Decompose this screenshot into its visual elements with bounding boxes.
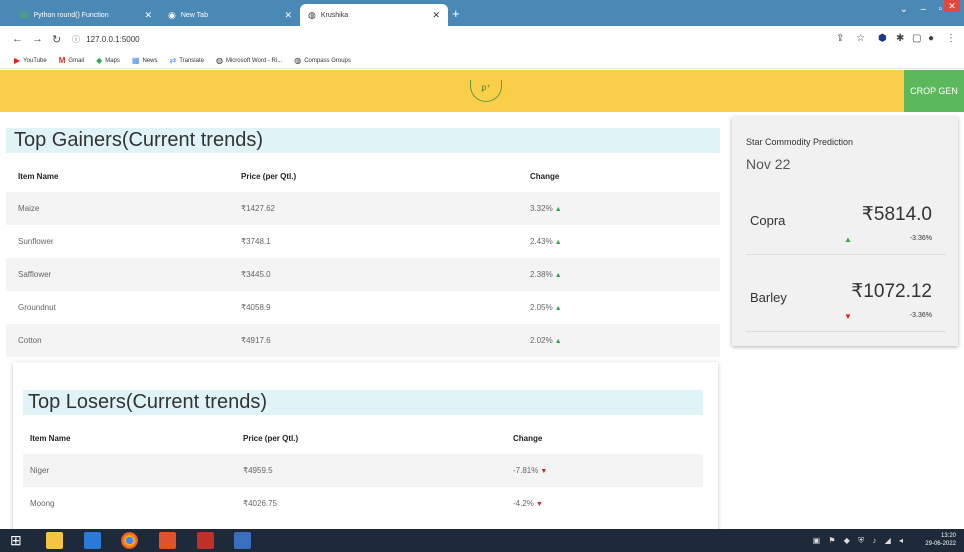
news-icon: ▦ [131,56,140,65]
col-change: Change [530,172,560,181]
extension-icon[interactable]: ⬢ [878,33,887,44]
table-row: Groundnut ₹4058.9 2.05% ▲ [18,303,562,312]
bookmark-news[interactable]: ▦ News [132,56,158,65]
maximize-icon[interactable]: ▫ [938,4,942,15]
arrow-down-icon: ▼ [535,501,543,508]
profile-icon[interactable]: ● [928,33,934,44]
table-row: Sunflower ₹3748.1 2.43% ▲ [18,237,562,246]
gainers-title: Top Gainers(Current trends) [6,128,720,153]
arrow-up-icon: ▲ [554,239,562,246]
vscode-icon[interactable] [84,532,101,549]
browser-tabstrip: W Python round() Function ✕ ◉ New Tab ✕ … [0,0,964,26]
forward-icon[interactable]: → [32,33,43,45]
crop-gen-button[interactable]: CROP GEN [904,70,964,112]
puzzle-icon[interactable]: ✱ [896,33,904,44]
star-item-copra: Copra ₹5814.0 ▲ -3.36% [746,195,946,255]
col-change: Change [513,434,543,443]
star-month: Nov 22 [746,156,791,172]
tab-search-icon[interactable]: ⌄ [900,4,908,15]
system-clock[interactable]: 13:20 29-06-2022 [925,532,956,548]
tab-label: New Tab [180,11,208,19]
arrow-up-icon: ▲ [554,272,562,279]
menu-icon[interactable]: ⋮ [946,33,956,44]
table-row: Niger ₹4959.5 -7.81% ▼ [23,454,703,487]
filezilla-icon[interactable] [197,532,214,549]
arrow-up-icon: ▲ [844,235,852,244]
maps-icon: ◆ [96,56,103,65]
bookmark-compass[interactable]: ◍ Compass Groups [294,56,351,65]
table-row: Maize ₹1427.62 3.32% ▲ [6,192,720,225]
col-item-name: Item Name [18,172,59,181]
top-losers-panel: Top Losers(Current trends) Item Name Pri… [13,362,718,532]
globe-icon: ◍ [294,56,302,65]
tab-new-tab[interactable]: ◉ New Tab ✕ [160,4,300,26]
bookmark-maps[interactable]: ◆ Maps [96,56,120,65]
minimize-icon[interactable]: – [920,4,926,15]
close-icon[interactable]: ✕ [144,10,152,21]
table-row: Moong ₹4026.75 -4.2% ▼ [30,499,543,508]
xampp-icon[interactable] [159,532,176,549]
windows-taskbar: ⊞ ▣ ⚑ ◆ ⛨ ♪ ◢ ◂ 13:20 29-06-2022 [0,529,964,552]
app-icon[interactable] [234,532,251,549]
app-logo[interactable]: ꝑ⁺ [470,80,502,102]
star-title: Star Commodity Prediction [746,137,854,147]
star-commodity-card: Star Commodity Prediction Nov 22 Copra ₹… [732,117,958,346]
window-close-button[interactable]: ✕ [944,0,960,12]
col-price: Price (per Qtl.) [243,434,299,443]
translate-icon: ⇄ [169,56,177,65]
sidepanel-icon[interactable]: ▢ [912,33,921,44]
address-bar: ← → ↻ ⓘ 127.0.0.1:5000 ⇪ ☆ ⬢ ✱ ▢ ● ⋮ [0,26,964,53]
losers-title: Top Losers(Current trends) [23,390,703,415]
bookmark-word[interactable]: ◍ Microsoft Word - Ri... [216,56,282,65]
bookmark-translate[interactable]: ⇄ Translate [169,56,204,65]
tab-label: Krushika [320,11,349,19]
chrome-icon: ◉ [168,9,176,20]
bookmark-gmail[interactable]: M Gmail [59,56,84,65]
info-icon: ⓘ [72,35,80,44]
chrome-icon[interactable] [121,532,138,549]
w3schools-icon: W [20,10,29,20]
table-row: Safflower ₹3445.0 2.38% ▲ [6,258,720,291]
arrow-up-icon: ▲ [554,338,562,345]
star-item-barley: Barley ₹1072.12 ▼ -3.36% [746,272,946,332]
arrow-up-icon: ▲ [554,305,562,312]
col-item-name: Item Name [30,434,71,443]
tab-krushika[interactable]: ◍ Krushika ✕ [300,4,448,26]
bookmark-youtube[interactable]: ▶ YouTube [14,56,47,65]
back-icon[interactable]: ← [12,33,23,45]
url-text: 127.0.0.1:5000 [86,35,140,44]
arrow-down-icon: ▼ [844,312,852,321]
system-tray-icons[interactable]: ▣ ⚑ ◆ ⛨ ♪ ◢ ◂ [813,536,906,546]
youtube-icon: ▶ [14,56,21,65]
arrow-up-icon: ▲ [554,206,562,213]
windows-start-icon[interactable]: ⊞ [10,532,27,549]
close-icon[interactable]: ✕ [432,10,440,21]
table-row: Cotton ₹4917.6 2.02% ▲ [6,324,720,357]
tab-label: Python round() Function [33,11,109,19]
top-gainers-panel: Top Gainers(Current trends) Item Name Pr… [6,120,720,360]
gmail-icon: M [58,56,66,65]
file-explorer-icon[interactable] [46,532,63,549]
app-header: ꝑ⁺ CROP GEN [0,70,964,112]
arrow-down-icon: ▼ [540,468,548,475]
url-field[interactable]: ⓘ 127.0.0.1:5000 [72,34,140,45]
close-icon[interactable]: ✕ [284,10,292,21]
bookmark-star-icon[interactable]: ☆ [856,33,865,44]
share-icon[interactable]: ⇪ [836,33,844,44]
globe-icon: ◍ [308,9,316,20]
reload-icon[interactable]: ↻ [52,33,61,46]
col-price: Price (per Qtl.) [241,172,297,181]
globe-icon: ◍ [215,56,223,65]
tab-python-round[interactable]: W Python round() Function ✕ [12,4,160,26]
new-tab-button[interactable]: + [452,6,460,21]
bookmarks-bar: ▶ YouTube M Gmail ◆ Maps ▦ News ⇄ Translate ◍… [0,53,964,69]
